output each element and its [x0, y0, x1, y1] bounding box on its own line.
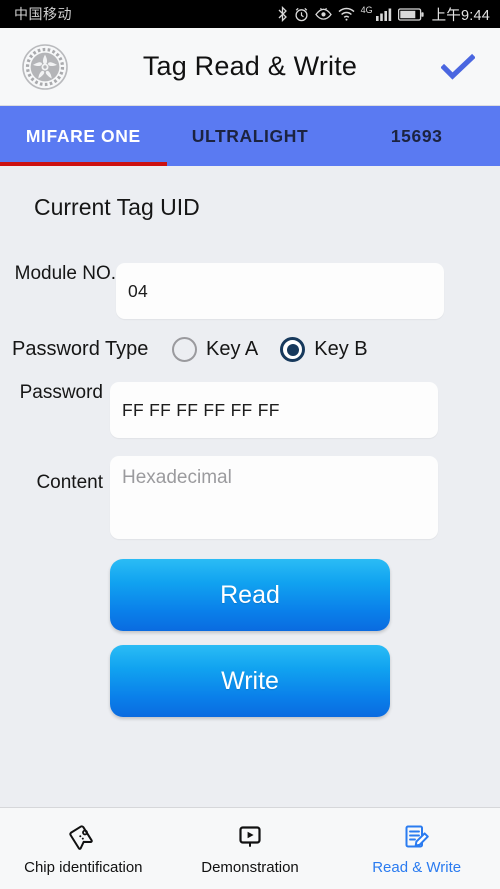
tab-bar: MIFARE ONE ULTRALIGHT 15693 [0, 106, 500, 166]
battery-icon [397, 7, 424, 21]
module-no-row: Module NO. 04 [0, 263, 500, 319]
content-placeholder: Hexadecimal [122, 467, 232, 488]
content-input[interactable]: Hexadecimal [110, 456, 438, 539]
bluetooth-icon [277, 6, 288, 22]
presentation-play-icon [235, 822, 265, 852]
password-label: Password [19, 382, 103, 403]
tag-icon [68, 822, 98, 852]
module-no-value: 04 [128, 280, 149, 301]
radio-key-a[interactable]: Key A [172, 337, 258, 362]
content-label: Content [36, 472, 103, 493]
password-type-label: Password Type [12, 338, 149, 360]
page-title: Tag Read & Write [142, 51, 358, 81]
clock-time: 上午9:44 [431, 7, 490, 24]
module-no-label: Module NO. [14, 263, 116, 284]
tab-ultralight[interactable]: ULTRALIGHT [167, 106, 334, 166]
radio-checked-icon [280, 337, 306, 362]
app-root: 中国移动 4G 上午9:44 Tag Read & Write MIFARE O… [0, 0, 500, 889]
tab-mifare-one[interactable]: MIFARE ONE [0, 106, 167, 166]
nav-label: Read & Write [372, 858, 462, 876]
password-type-row: Password Type Key A Key B [0, 337, 500, 362]
tag-form: Module NO. 04 Password Type Key A Key B … [0, 263, 500, 717]
radio-key-a-label: Key A [206, 338, 259, 360]
nav-item-chip-identification[interactable]: Chip identification [0, 808, 167, 889]
document-pencil-icon [402, 822, 432, 852]
password-row: Password FF FF FF FF FF FF [0, 382, 500, 438]
gear-icon[interactable] [20, 42, 70, 92]
status-bar-icons: 4G 上午9:44 [277, 4, 490, 25]
alarm-icon [294, 7, 309, 22]
status-bar: 中国移动 4G 上午9:44 [0, 0, 500, 28]
action-buttons: Read Write [0, 559, 500, 717]
eye-icon [314, 7, 332, 21]
radio-circle-icon [172, 337, 197, 362]
radio-key-b-label: Key B [314, 338, 368, 360]
check-icon[interactable] [436, 45, 480, 89]
write-button[interactable]: Write [110, 645, 390, 717]
password-value: FF FF FF FF FF FF [122, 399, 280, 420]
tab-label: ULTRALIGHT [191, 125, 309, 146]
read-button[interactable]: Read [110, 559, 390, 631]
app-header: Tag Read & Write [0, 28, 500, 106]
signal-bars-icon [375, 7, 392, 21]
bottom-nav: Chip identification Demonstration Read &… [0, 807, 500, 889]
nav-label: Chip identification [24, 858, 143, 876]
tab-label: 15693 [390, 125, 443, 146]
wifi-icon [338, 7, 355, 21]
tab-15693[interactable]: 15693 [333, 106, 500, 166]
network-type-label: 4G [360, 5, 373, 15]
content-row: Content Hexadecimal [0, 456, 500, 539]
radio-key-b[interactable]: Key B [280, 337, 368, 362]
nav-item-demonstration[interactable]: Demonstration [167, 808, 334, 889]
current-tag-uid-label: Current Tag UID [34, 194, 200, 220]
nav-item-read-write[interactable]: Read & Write [333, 808, 500, 889]
main-content: Current Tag UID Module NO. 04 Password T… [0, 166, 500, 807]
tab-label: MIFARE ONE [25, 125, 141, 146]
module-no-input[interactable]: 04 [116, 263, 444, 319]
nav-label: Demonstration [201, 858, 299, 876]
carrier-name: 中国移动 [14, 6, 72, 22]
password-input[interactable]: FF FF FF FF FF FF [110, 382, 438, 438]
